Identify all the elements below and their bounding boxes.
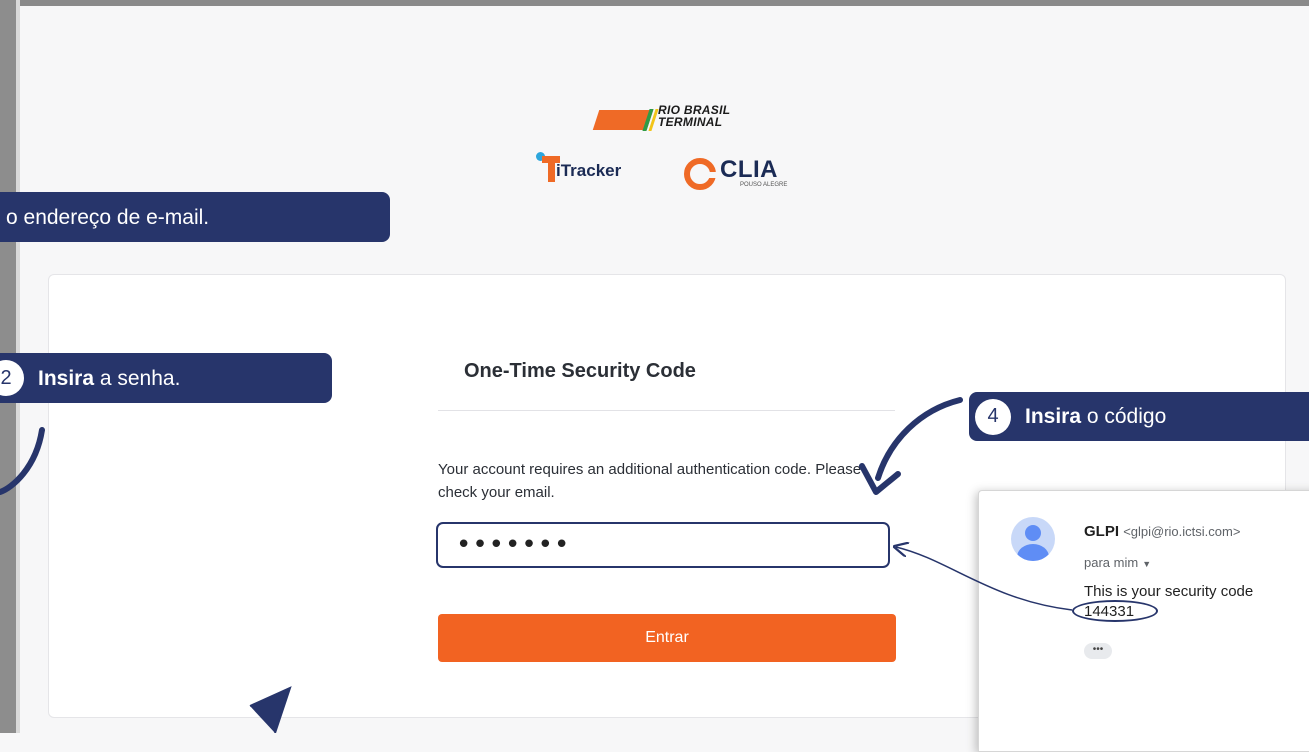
- code-link-arrow: [896, 547, 1073, 611]
- step3-arrow-stub: [249, 686, 292, 733]
- step2-curve-arrow: [0, 427, 45, 495]
- annotation-arrows: [0, 397, 1073, 733]
- step4-curve-arrow: [875, 397, 963, 481]
